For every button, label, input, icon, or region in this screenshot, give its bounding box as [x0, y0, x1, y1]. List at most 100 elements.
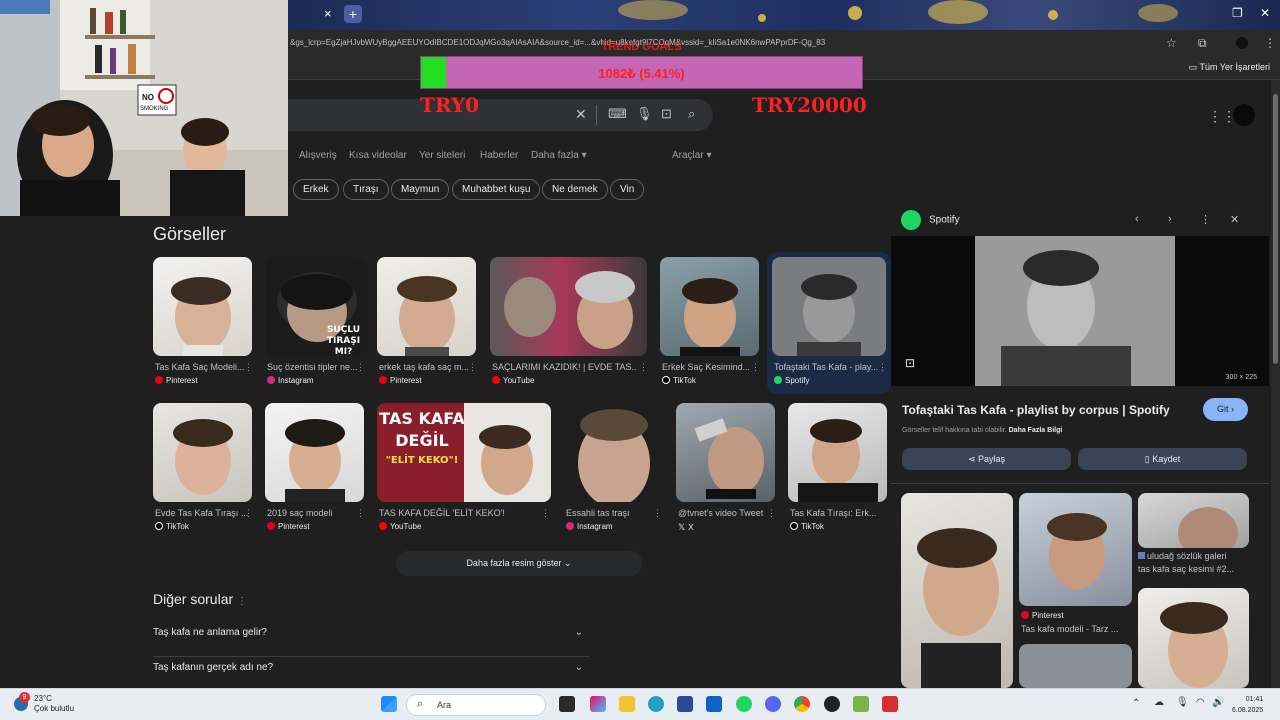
more-icon[interactable]: ⋮ [1200, 213, 1211, 226]
lens-icon[interactable]: ⊡ [661, 106, 672, 122]
spotify-icon[interactable] [736, 696, 752, 712]
image-result-4[interactable] [490, 257, 647, 356]
preview-title[interactable]: Tofaştaki Tas Kafa - playlist by corpus … [902, 403, 1170, 417]
scrollbar-thumb[interactable] [1273, 94, 1278, 364]
chip-vin[interactable]: Vin [610, 179, 645, 200]
clock[interactable]: 01:41 6.08.2025 [1232, 694, 1263, 716]
share-button[interactable]: ⋖ Paylaş [902, 448, 1071, 470]
show-more-images-button[interactable]: Daha fazla resim göster ⌄ [396, 551, 642, 576]
scrollbar[interactable] [1271, 80, 1280, 688]
related-caption[interactable]: uludağ sözlük galeri [1138, 551, 1250, 561]
more-icon[interactable]: ⋮ [639, 362, 648, 373]
image-caption[interactable]: Essahli tas traşı [566, 508, 661, 518]
image-result-6[interactable] [772, 257, 886, 356]
obs-icon[interactable] [824, 696, 840, 712]
question-item[interactable]: Taş kafa ne anlama gelir? ⌄ [153, 627, 589, 657]
previous-icon[interactable]: ‹ [1135, 213, 1139, 225]
lens-icon[interactable]: ⊡ [905, 356, 915, 370]
windows-start-icon[interactable] [381, 696, 397, 712]
image-caption[interactable]: Suç özentisi tipler ne... [267, 362, 362, 372]
chip-erkek[interactable]: Erkek [293, 179, 339, 200]
tools-button[interactable]: Araçlar ▾ [672, 150, 712, 161]
wifi-icon[interactable]: ◠ [1196, 697, 1205, 708]
related-image[interactable] [901, 493, 1013, 688]
more-icon[interactable]: ⋮ [237, 596, 247, 607]
chrome-icon[interactable] [794, 696, 810, 712]
image-result-8[interactable] [265, 403, 364, 502]
image-caption[interactable]: Evde Tas Kafa Tıraşı ... [155, 508, 250, 518]
file-explorer-icon[interactable] [619, 696, 635, 712]
volume-icon[interactable]: 🔊 [1212, 697, 1224, 708]
new-tab-button[interactable]: + [344, 5, 362, 23]
image-result-3[interactable] [377, 257, 476, 356]
window-close-icon[interactable]: ✕ [1260, 6, 1270, 20]
outlook-icon[interactable] [706, 696, 722, 712]
more-icon[interactable]: ⋮ [356, 508, 365, 519]
all-bookmarks-link[interactable]: ▭ Tüm Yer İşaretleri [1189, 62, 1270, 73]
related-image[interactable] [1019, 644, 1132, 688]
avatar[interactable] [1233, 104, 1255, 126]
tab-places[interactable]: Yer siteleri [419, 150, 465, 161]
mic-icon[interactable]: 🎙 [1176, 697, 1189, 708]
window-restore-icon[interactable]: ❐ [1232, 6, 1243, 20]
search-input[interactable]: ✕ ⌨ 🎙 ⊡ ⌕ [288, 99, 713, 131]
chevron-up-icon[interactable]: ⌃ [1132, 698, 1140, 709]
image-caption[interactable]: @tvnet's video Tweet [678, 508, 773, 518]
search-icon[interactable]: ⌕ [688, 106, 695, 122]
more-icon[interactable]: ⋮ [541, 508, 550, 519]
close-icon[interactable]: ✕ [1230, 213, 1239, 226]
image-result-5[interactable] [660, 257, 759, 356]
image-caption[interactable]: Tas Kafa Tıraşı: Erk... [790, 508, 885, 518]
related-image[interactable] [1138, 588, 1249, 688]
image-caption[interactable]: SAÇLARIMI KAZIDIK! | EVDE TAS... [492, 362, 637, 372]
save-button[interactable]: ▯ Kaydet [1078, 448, 1247, 470]
app-icon[interactable] [882, 696, 898, 712]
menu-icon[interactable]: ⋮ [1264, 36, 1276, 50]
tab-news[interactable]: Haberler [480, 150, 518, 161]
image-caption[interactable]: Tas Kafa Saç Modeli... [155, 362, 250, 372]
more-icon[interactable]: ⋮ [468, 362, 477, 373]
tab-shopping[interactable]: Alışveriş [299, 150, 337, 161]
keyboard-icon[interactable]: ⌨ [608, 106, 627, 122]
extensions-icon[interactable]: ⧉ [1198, 36, 1207, 51]
app-icon[interactable] [853, 696, 869, 712]
image-result-9[interactable]: TAS KAFA DEĞİL "ELİT KEKO"! [377, 403, 551, 502]
close-icon[interactable]: ✕ [575, 106, 587, 123]
image-result-12[interactable] [788, 403, 887, 502]
related-caption[interactable]: Tas kafa modeli - Tarz ... [1021, 624, 1129, 634]
more-icon[interactable]: ⋮ [767, 508, 776, 519]
copilot-icon[interactable] [590, 696, 606, 712]
more-icon[interactable]: ⋮ [244, 508, 253, 519]
discord-icon[interactable] [765, 696, 781, 712]
chip-ne-demek[interactable]: Ne demek [542, 179, 608, 200]
profile-icon[interactable] [1236, 37, 1248, 49]
learn-more-link[interactable]: Daha Fazla Bilgi [1009, 427, 1063, 434]
image-caption[interactable]: 2019 saç modeli [267, 508, 362, 518]
tab-short-videos[interactable]: Kısa videolar [349, 150, 407, 161]
image-caption[interactable]: Erkek Saç Kesimind... [662, 362, 757, 372]
image-result-1[interactable] [153, 257, 252, 356]
chip-tirasi[interactable]: Tıraşı [343, 179, 389, 200]
related-image[interactable] [1019, 493, 1132, 606]
edge-icon[interactable] [648, 696, 664, 712]
panel-source[interactable]: Spotify [901, 210, 960, 230]
more-icon[interactable]: ⋮ [356, 362, 365, 373]
store-icon[interactable] [677, 696, 693, 712]
image-result-2[interactable]: SUÇLU TIRAŞI MI? [265, 257, 364, 356]
weather-widget[interactable]: 23°C Çok bulutlu [34, 694, 74, 714]
related-caption[interactable]: tas kafa saç kesimi #2... [1138, 564, 1250, 574]
image-caption[interactable]: erkek taş kafa saç m... [379, 362, 474, 372]
chip-muhabbet-kusu[interactable]: Muhabbet kuşu [452, 179, 541, 200]
tab-close-icon[interactable]: × [324, 6, 332, 21]
task-view-icon[interactable] [559, 696, 575, 712]
taskbar-search[interactable]: ⌕ Ara [406, 694, 546, 716]
more-icon[interactable]: ⋮ [878, 362, 887, 373]
image-result-7[interactable] [153, 403, 252, 502]
image-result-11[interactable] [676, 403, 775, 502]
mic-icon[interactable]: 🎙 [636, 106, 653, 122]
image-result-10[interactable] [564, 403, 663, 502]
bookmark-star-icon[interactable]: ☆ [1166, 36, 1177, 50]
cloud-icon[interactable]: ☁ [1154, 697, 1164, 708]
next-icon[interactable]: › [1168, 213, 1172, 225]
preview-image[interactable]: ⊡ 300 × 225 [891, 236, 1269, 386]
